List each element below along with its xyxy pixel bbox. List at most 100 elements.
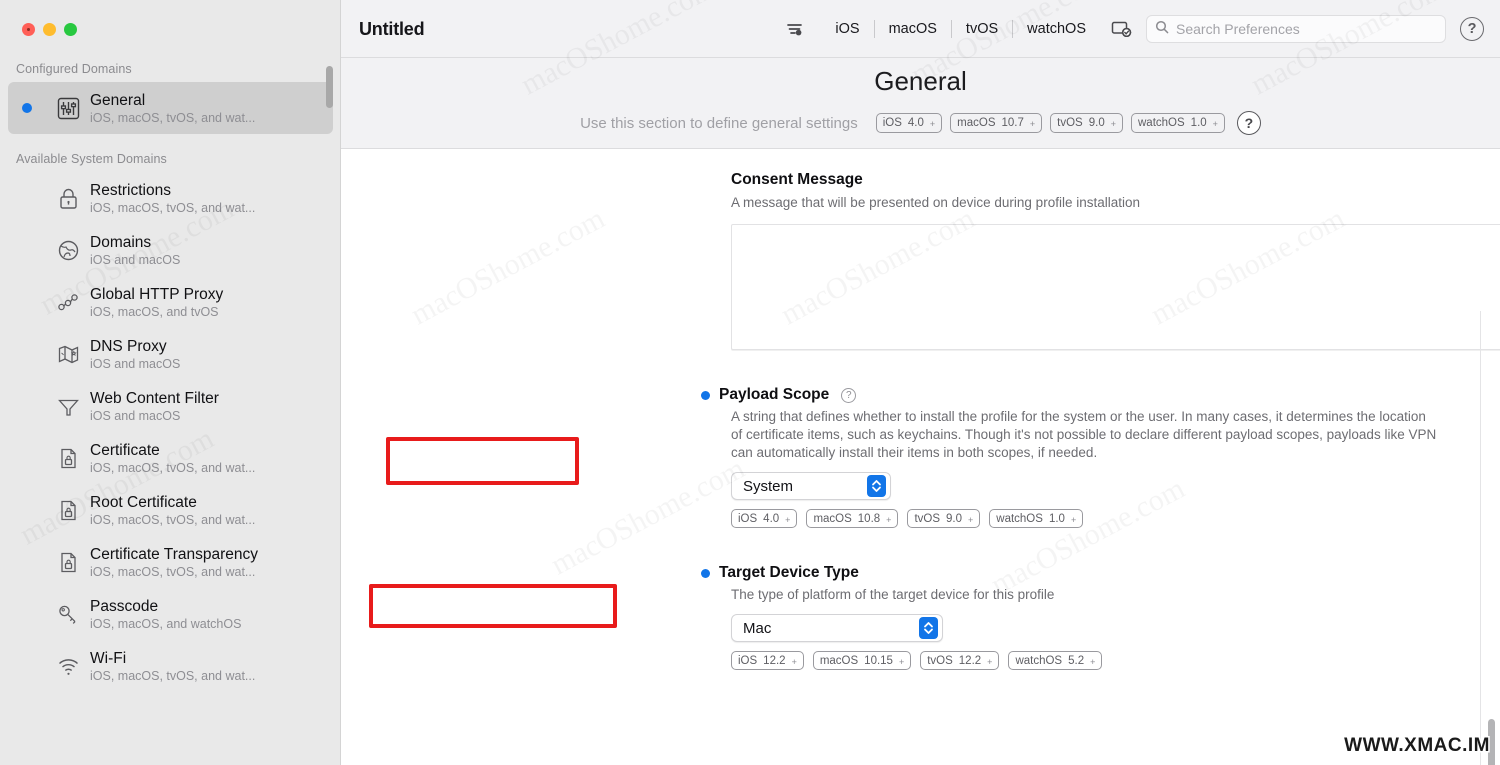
- consent-message-description: A message that will be presented on devi…: [731, 195, 1140, 210]
- sidebar-item-platforms: iOS, macOS, tvOS, and wat...: [90, 668, 256, 683]
- lock-icon: [46, 185, 90, 212]
- payload-scope-indicator: [701, 390, 710, 400]
- page-subtitle-row: Use this section to define general setti…: [341, 111, 1500, 149]
- search-input[interactable]: Search Preferences: [1146, 15, 1446, 43]
- target-device-type-indicator: [701, 568, 710, 578]
- sidebar-item-web-content-filter[interactable]: Web Content Filter iOS and macOS: [8, 380, 333, 432]
- badge-version: 10.7: [1001, 117, 1024, 129]
- sidebar-item-root-certificate[interactable]: Root Certificate iOS, macOS, tvOS, and w…: [8, 484, 333, 536]
- platform-badge-watchos: watchOS 1.0 +: [1131, 113, 1225, 133]
- sidebar-item-general[interactable]: General iOS, macOS, tvOS, and wat...: [8, 82, 333, 134]
- badge-suffix: +: [1090, 656, 1096, 667]
- search-icon: [1155, 20, 1169, 39]
- consent-message-textarea[interactable]: [731, 224, 1500, 350]
- sidebar-item-label: Passcode: [90, 597, 159, 615]
- sliders-icon: [46, 95, 90, 122]
- badge-os: watchOS: [1015, 654, 1063, 667]
- settings-inner: Consent Message A message that will be p…: [341, 171, 1500, 670]
- badge-os: tvOS: [914, 512, 940, 525]
- badge-suffix: +: [886, 514, 892, 525]
- chevron-updown-icon: [919, 617, 938, 639]
- display-check-icon[interactable]: [1104, 14, 1138, 44]
- badge-os: iOS: [738, 654, 758, 667]
- badge-version: 9.0: [1088, 117, 1105, 129]
- sidebar-item-label: Certificate: [90, 441, 160, 459]
- badge-version: 5.2: [1068, 654, 1085, 667]
- content-right-divider: [1480, 311, 1481, 765]
- document-lock-icon: [46, 445, 90, 472]
- zoom-button[interactable]: [64, 22, 77, 36]
- minimize-button[interactable]: [43, 22, 56, 36]
- sidebar-item-domains[interactable]: Domains iOS and macOS: [8, 224, 333, 276]
- platform-badge-tvos: tvOS 9.0 +: [907, 509, 981, 528]
- sidebar-item-platforms: iOS, macOS, tvOS, and wat...: [90, 460, 256, 475]
- sidebar-item-platforms: iOS, macOS, and tvOS: [90, 304, 219, 319]
- search-placeholder: Search Preferences: [1176, 21, 1300, 37]
- target-device-type-select[interactable]: Mac: [731, 614, 943, 642]
- badge-suffix: +: [987, 656, 993, 667]
- sidebar-item-label: Certificate Transparency: [90, 545, 258, 563]
- page-header: General Use this section to define gener…: [341, 58, 1500, 149]
- badge-os: iOS: [882, 117, 902, 129]
- sidebar-item-label: Web Content Filter: [90, 389, 219, 407]
- tab-tvos[interactable]: tvOS: [952, 20, 1014, 38]
- payload-scope-select[interactable]: System: [731, 472, 891, 500]
- sidebar-item-platforms: iOS, macOS, tvOS, and wat...: [90, 200, 256, 215]
- sidebar-section-available-domains: Available System Domains: [16, 152, 167, 166]
- platform-badge-macos: macOS 10.7 +: [950, 113, 1043, 133]
- badge-os: tvOS: [927, 654, 953, 667]
- badge-version: 1.0: [1048, 512, 1065, 525]
- badge-suffix: +: [1110, 119, 1116, 129]
- sidebar-item-restrictions[interactable]: Restrictions iOS, macOS, tvOS, and wat..…: [8, 172, 333, 224]
- sidebar-item-platforms: iOS, macOS, tvOS, and wat...: [90, 512, 256, 527]
- sidebar-item-label: DNS Proxy: [90, 337, 167, 355]
- payload-scope-select-wrap: System: [731, 472, 891, 500]
- section-help-button[interactable]: ?: [1236, 111, 1261, 135]
- sidebar-item-passcode[interactable]: Passcode iOS, macOS, and watchOS: [8, 588, 333, 640]
- toolbar-help-button[interactable]: ?: [1460, 17, 1484, 41]
- sidebar-item-label: Wi-Fi: [90, 649, 127, 667]
- consent-message-title: Consent Message: [731, 171, 863, 188]
- target-device-type-select-wrap: Mac: [731, 614, 943, 642]
- payload-scope-help-icon[interactable]: ?: [841, 387, 857, 403]
- badge-os: watchOS: [1138, 117, 1185, 129]
- sidebar-section-configured-domains: Configured Domains: [16, 62, 132, 76]
- payload-scope-section: Payload Scope ? A string that defines wh…: [701, 386, 1440, 528]
- tab-ios[interactable]: iOS: [821, 20, 875, 38]
- tab-watchos[interactable]: watchOS: [1013, 20, 1100, 38]
- configured-domains-list: General iOS, macOS, tvOS, and wat...: [0, 82, 341, 134]
- close-button[interactable]: [22, 22, 35, 36]
- sidebar-item-global-http-proxy[interactable]: Global HTTP Proxy iOS, macOS, and tvOS: [8, 276, 333, 328]
- platform-badge-macos: macOS 10.8 +: [806, 509, 899, 528]
- consent-message-section: Consent Message A message that will be p…: [731, 171, 1500, 350]
- configured-indicator: [8, 103, 46, 113]
- sidebar-item-wifi[interactable]: Wi-Fi iOS, macOS, tvOS, and wat...: [8, 640, 333, 692]
- page-title: General: [874, 66, 967, 96]
- tab-macos[interactable]: macOS: [875, 20, 952, 38]
- platform-badge-ios: iOS 4.0 +: [875, 113, 943, 133]
- toolbar: Untitled iOS macOS tvOS watchOS Search P…: [341, 0, 1500, 58]
- filter-sort-icon[interactable]: [777, 14, 811, 44]
- payload-scope-title: Payload Scope: [719, 386, 830, 403]
- sidebar-item-platforms: iOS and macOS: [90, 356, 181, 371]
- badge-suffix: +: [898, 656, 905, 667]
- document-lock-icon: [46, 549, 90, 576]
- sidebar-item-label: Domains: [90, 233, 152, 251]
- badge-version: 12.2: [763, 654, 786, 667]
- payload-scope-header: Payload Scope ?: [701, 386, 1440, 404]
- sidebar-scrollbar[interactable]: [326, 66, 333, 108]
- payload-scope-description: A string that defines whether to install…: [731, 409, 1437, 460]
- badge-suffix: +: [1070, 514, 1077, 525]
- target-device-type-section: Target Device Type The type of platform …: [701, 564, 1440, 670]
- sidebar-item-label: Restrictions: [90, 181, 171, 199]
- sidebar-item-dns-proxy[interactable]: DNS Proxy iOS and macOS: [8, 328, 333, 380]
- sidebar-item-certificate[interactable]: Certificate iOS, macOS, tvOS, and wat...: [8, 432, 333, 484]
- target-device-type-title: Target Device Type: [719, 564, 859, 581]
- platform-badge-macos: macOS 10.15 +: [812, 651, 912, 670]
- badge-suffix: +: [785, 514, 791, 525]
- sidebar-item-certificate-transparency[interactable]: Certificate Transparency iOS, macOS, tvO…: [8, 536, 333, 588]
- target-device-type-value: Mac: [743, 619, 772, 637]
- badge-suffix: +: [791, 656, 797, 667]
- badge-suffix: +: [968, 514, 974, 525]
- network-nodes-icon: [46, 289, 90, 316]
